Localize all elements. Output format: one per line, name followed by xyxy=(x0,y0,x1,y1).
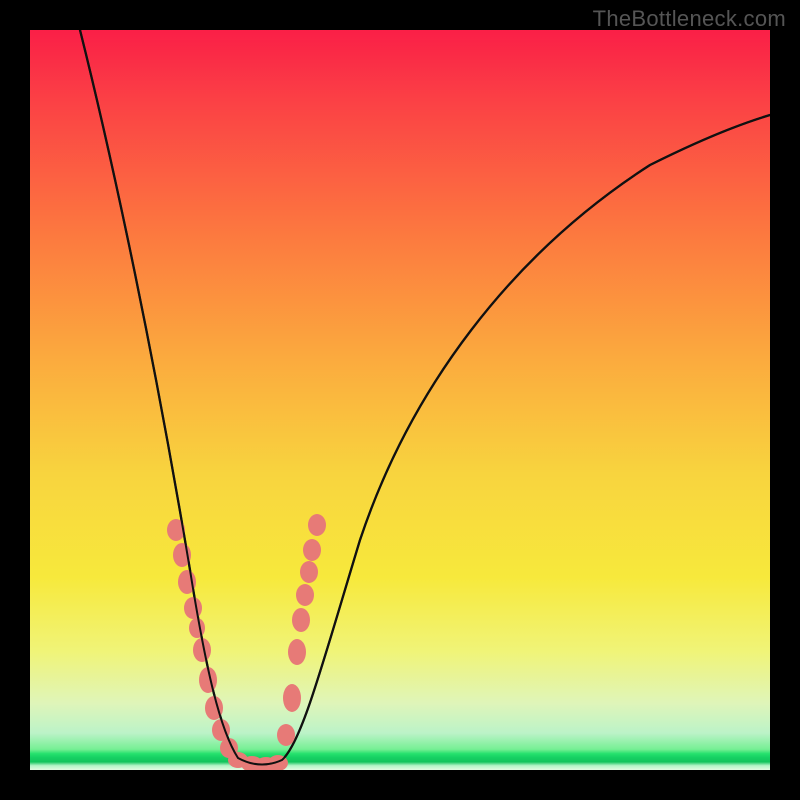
curve-marker xyxy=(308,514,326,536)
chart-frame: TheBottleneck.com xyxy=(0,0,800,800)
curve-marker xyxy=(300,561,318,583)
marker-cluster-right xyxy=(277,514,326,746)
curve-marker xyxy=(288,639,306,665)
plot-area xyxy=(30,30,770,770)
curve-marker xyxy=(292,608,310,632)
bottleneck-curve-overlay xyxy=(80,30,770,765)
chart-svg xyxy=(30,30,770,770)
curve-marker xyxy=(189,618,205,638)
watermark-text: TheBottleneck.com xyxy=(593,6,786,32)
curve-marker xyxy=(283,684,301,712)
curve-marker xyxy=(303,539,321,561)
curve-marker xyxy=(277,724,295,746)
curve-marker xyxy=(184,597,202,619)
curve-marker xyxy=(296,584,314,606)
